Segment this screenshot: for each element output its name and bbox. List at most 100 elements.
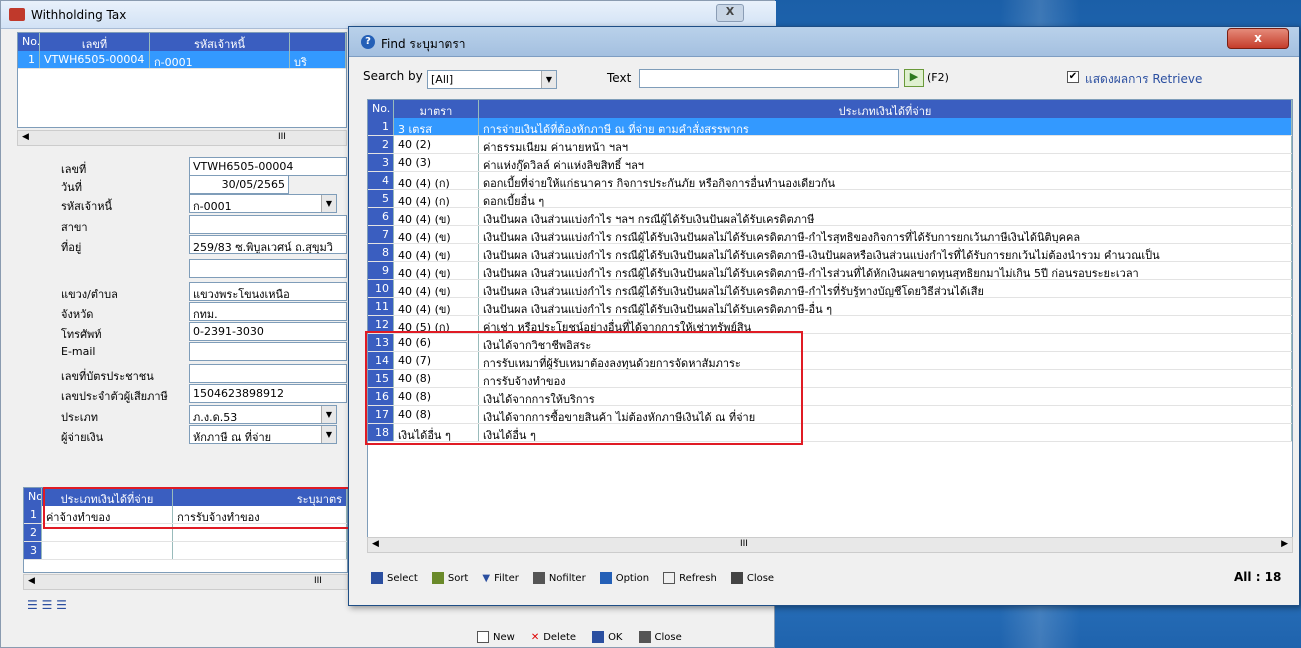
cell-section: 40 (4) (ข): [394, 226, 479, 243]
search-input[interactable]: [639, 69, 899, 88]
field-input[interactable]: 1504623898912: [189, 384, 347, 403]
search-go-icon[interactable]: ▶: [904, 69, 924, 87]
chevron-down-icon[interactable]: ▼: [321, 406, 336, 423]
detail-form: เลขที่ VTWH6505-00004 วันที่ 30/05/2565 รหัส…: [17, 157, 347, 487]
ok-button[interactable]: OK: [592, 627, 623, 647]
dialog-titlebar: ? Find ระบุมาตรา x: [349, 27, 1299, 57]
close-button[interactable]: X: [716, 4, 744, 22]
field-input[interactable]: [189, 259, 347, 278]
detail-scrollbar[interactable]: ◀ III: [23, 574, 348, 590]
field-input[interactable]: กทม.: [189, 302, 347, 321]
list-scrollbar[interactable]: ◀ III: [17, 130, 347, 146]
cell-section: 40 (4) (ข): [394, 208, 479, 225]
list-item[interactable]: 7 40 (4) (ข) เงินปันผล เงินส่วนแบ่งกำไร กร…: [368, 226, 1292, 244]
field-label: โทรศัพท์: [61, 328, 102, 341]
cell-no: 3: [368, 154, 394, 171]
scroll-thumb[interactable]: III: [740, 539, 748, 549]
field-label: จังหวัด: [61, 308, 94, 321]
list-item[interactable]: 9 40 (4) (ข) เงินปันผล เงินส่วนแบ่งกำไร กร…: [368, 262, 1292, 280]
record-count: All : 18: [1234, 570, 1282, 584]
table-row[interactable]: 3: [24, 542, 347, 560]
scroll-thumb[interactable]: III: [278, 132, 286, 142]
list-item[interactable]: 11 40 (4) (ข) เงินปันผล เงินส่วนแบ่งกำไร ก…: [368, 298, 1292, 316]
cell-type: เงินปันผล เงินส่วนแบ่งกำไร กรณีผู้ได้รับ…: [479, 262, 1292, 279]
option-button[interactable]: Option: [599, 572, 649, 584]
sort-icon: [431, 572, 444, 584]
col-creditor[interactable]: รหัสเจ้าหนี้: [150, 33, 290, 51]
result-scrollbar[interactable]: ◀ III ▶: [367, 537, 1293, 553]
cell-type: ดอกเบี้ยอื่น ๆ: [479, 190, 1292, 207]
list-item[interactable]: 3 40 (3) ค่าแห่งกู๊ดวิลล์ ค่าแห่งลิขสิทธิ์…: [368, 154, 1292, 172]
ok-icon: [592, 631, 605, 643]
list-item[interactable]: 13 เตรส การจ่ายเงินได้ที่ต้องหักภาษี ณ ที…: [368, 118, 1292, 136]
cell-no: 6: [368, 208, 394, 225]
cell-no: 1: [24, 506, 42, 523]
field-input[interactable]: หักภาษี ณ ที่จ่าย ▼: [189, 425, 337, 444]
field-input[interactable]: ก-0001 ▼: [189, 194, 337, 213]
nofilter-button[interactable]: Nofilter: [532, 572, 586, 584]
list-item[interactable]: 4 40 (4) (ก) ดอกเบี้ยที่จ่ายให้แก่ธนาคาร ก…: [368, 172, 1292, 190]
close-button[interactable]: Close: [730, 572, 774, 584]
text-label: Text: [607, 71, 632, 85]
cell-no: 7: [368, 226, 394, 243]
select-button[interactable]: Select: [371, 572, 418, 584]
col-no[interactable]: No.: [18, 33, 40, 51]
field-input[interactable]: ภ.ง.ด.53 ▼: [189, 405, 337, 424]
field-input[interactable]: [189, 215, 347, 234]
nofilter-icon: [532, 572, 545, 584]
row-extra: บริ: [290, 51, 346, 68]
list-item[interactable]: 5 40 (4) (ก) ดอกเบี้ยอื่น ๆ: [368, 190, 1292, 208]
scroll-right-icon[interactable]: ▶: [1281, 539, 1288, 549]
scroll-left-icon[interactable]: ◀: [372, 539, 379, 549]
col-income-type[interactable]: ประเภทเงินได้ที่จ่าย: [479, 100, 1292, 118]
dialog-close-button[interactable]: x: [1227, 28, 1289, 49]
table-row[interactable]: 1 VTWH6505-00004 ก-0001 บริ: [18, 51, 346, 69]
cell-section: 40 (4) (ก): [394, 172, 479, 189]
help-icon: ?: [361, 35, 375, 49]
col-section[interactable]: มาตรา: [394, 100, 479, 118]
list-item[interactable]: 6 40 (4) (ข) เงินปันผล เงินส่วนแบ่งกำไร ฯล…: [368, 208, 1292, 226]
chevron-down-icon[interactable]: ▼: [541, 71, 556, 88]
cell-type: เงินปันผล เงินส่วนแบ่งกำไร กรณีผู้ได้รับ…: [479, 298, 1292, 315]
cell-no: 2: [24, 524, 42, 541]
field-input[interactable]: 0-2391-3030: [189, 322, 347, 341]
filter-icon: ▼: [482, 572, 491, 584]
field-label: ประเภท: [61, 411, 99, 424]
chevron-down-icon[interactable]: ▼: [321, 426, 336, 443]
field-label: E-mail: [61, 345, 96, 358]
field-input[interactable]: 30/05/2565: [189, 175, 289, 194]
close-button[interactable]: Close: [638, 627, 682, 647]
chevron-down-icon[interactable]: ▼: [321, 195, 336, 212]
row-creditor: ก-0001: [150, 51, 290, 68]
cell-section: 40 (4) (ข): [394, 298, 479, 315]
search-by-select[interactable]: [All] ▼: [427, 70, 557, 89]
col-doc[interactable]: เลขที่: [40, 33, 150, 51]
refresh-button[interactable]: Refresh: [663, 572, 717, 584]
col-no[interactable]: No.: [24, 488, 42, 506]
field-input[interactable]: [189, 364, 347, 383]
field-input[interactable]: VTWH6505-00004: [189, 157, 347, 176]
list-item[interactable]: 10 40 (4) (ข) เงินปันผล เงินส่วนแบ่งกำไร ก…: [368, 280, 1292, 298]
field-input[interactable]: 259/83 ซ.พิบูลเวศน์ ถ.สุขุมวิ: [189, 235, 347, 254]
list-item[interactable]: 8 40 (4) (ข) เงินปันผล เงินส่วนแบ่งกำไร กร…: [368, 244, 1292, 262]
field-label: วันที่: [61, 181, 82, 194]
list-item[interactable]: 2 40 (2) ค่าธรรมเนียม ค่านายหน้า ฯลฯ: [368, 136, 1292, 154]
cell-section: [173, 542, 347, 559]
cell-type: เงินปันผล เงินส่วนแบ่งกำไร กรณีผู้ได้รับ…: [479, 226, 1292, 243]
sort-button[interactable]: Sort: [431, 572, 468, 584]
delete-button[interactable]: ✕ Delete: [531, 627, 576, 647]
document-list: No. เลขที่ รหัสเจ้าหนี้ 1 VTWH6505-00004…: [17, 32, 347, 128]
field-input[interactable]: แขวงพระโขนงเหนือ: [189, 282, 347, 301]
highlight-box: [43, 487, 353, 529]
retrieve-checkbox[interactable]: ✔: [1067, 71, 1079, 83]
highlight-box: [365, 331, 803, 445]
row-tools-icon[interactable]: ☰ ☰ ☰: [27, 598, 67, 612]
filter-button[interactable]: ▼ Filter: [482, 572, 518, 584]
cell-type: ดอกเบี้ยที่จ่ายให้แก่ธนาคาร กิจการประกัน…: [479, 172, 1292, 189]
cell-section: 40 (3): [394, 154, 479, 171]
new-button[interactable]: New: [477, 627, 515, 647]
col-no[interactable]: No.: [368, 100, 394, 118]
bottom-toolbar: New ✕ Delete OK Close: [477, 627, 767, 647]
f2-hint: (F2): [927, 71, 949, 84]
field-input[interactable]: [189, 342, 347, 361]
